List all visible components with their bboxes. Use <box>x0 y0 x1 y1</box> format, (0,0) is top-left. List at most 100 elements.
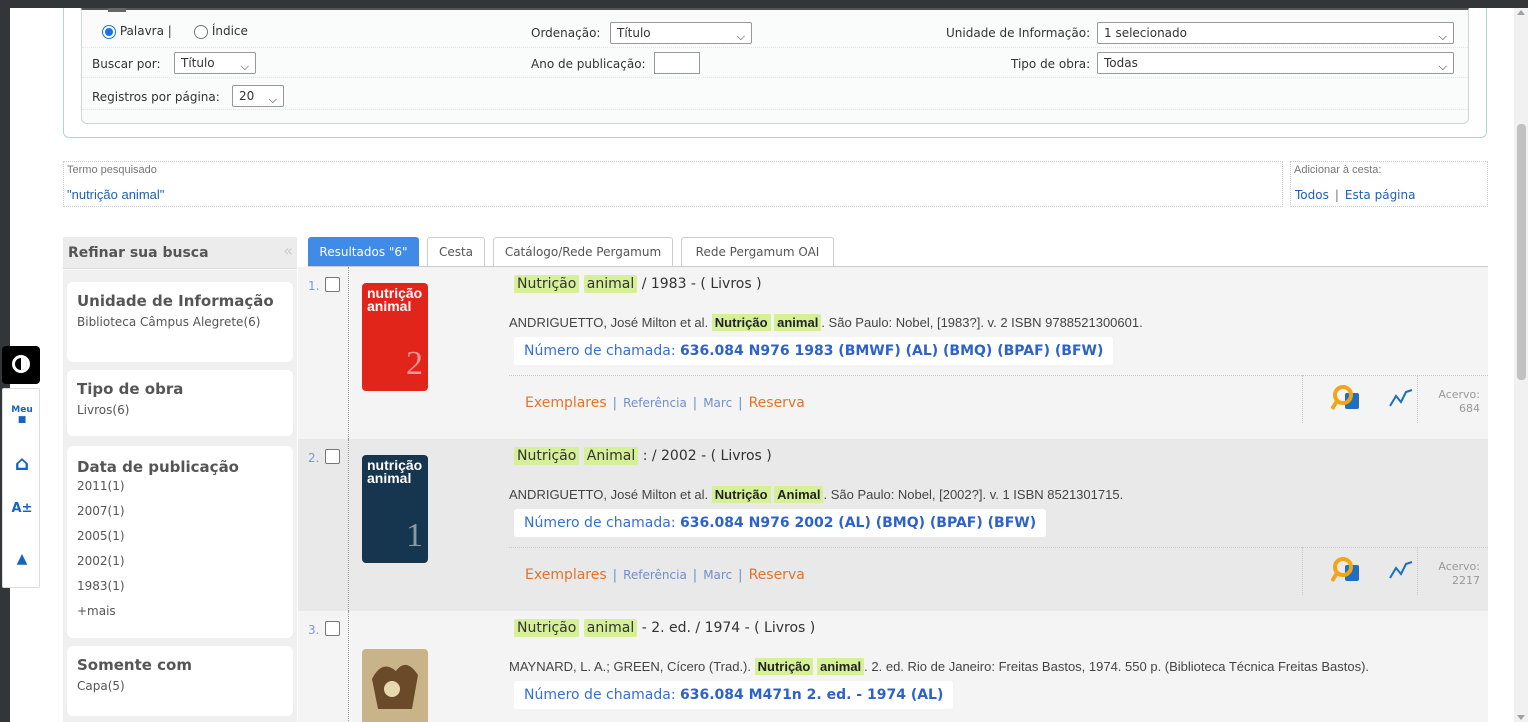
exemplares-link[interactable]: Exemplares <box>525 395 607 411</box>
links-line: Exemplares | Referência | Marc | Reserva <box>525 395 805 411</box>
ano-label: Ano de publicação: <box>531 57 646 71</box>
divider <box>348 267 349 439</box>
refinar-title: Refinar sua busca <box>68 245 209 261</box>
collapse-icon[interactable]: « <box>283 241 293 260</box>
result-number: 1. <box>308 279 320 293</box>
book-cover[interactable] <box>362 649 428 722</box>
cesta-todos-link[interactable]: Todos <box>1295 188 1329 202</box>
cover-volume: 1 <box>406 517 423 554</box>
ref-rest: . São Paulo: Nobel, [1983?]. v. 2 ISBN 9… <box>821 315 1143 330</box>
ref-highlight: Animal <box>774 486 824 503</box>
adicionar-cesta: Adicionar à cesta: Todos | Esta página <box>1290 161 1488 207</box>
tab-catalogo[interactable]: Catálogo/Rede Pergamum <box>493 237 673 267</box>
result-tools: Acervo: 2217 <box>1302 547 1488 595</box>
link-sep: | <box>738 396 743 411</box>
call-label: Número de chamada: <box>524 343 676 359</box>
form-grip <box>108 8 126 12</box>
buscar-value: Título <box>181 56 215 70</box>
result-number: 2. <box>308 451 320 465</box>
call-label: Número de chamada: <box>524 687 676 703</box>
divider <box>1417 548 1418 595</box>
contrast-button[interactable] <box>2 346 40 384</box>
result-title[interactable]: Nutrição animal / 1983 - ( Livros ) <box>514 275 762 293</box>
title-highlight: Nutrição <box>514 619 580 637</box>
tab-resultados[interactable]: Resultados "6" <box>308 237 419 267</box>
divider <box>348 439 349 611</box>
form-row-3: Registros por página: 20 ⌵ <box>82 82 1468 110</box>
referencia-link[interactable]: Referência <box>623 568 687 582</box>
result-links: Exemplares | Referência | Marc | Reserva <box>509 375 1302 423</box>
unidade-label: Unidade de Informação: <box>946 26 1091 40</box>
call-value: 636.084 N976 1983 (BMWF) (AL) (BMQ) (BPA… <box>680 343 1104 359</box>
form-row-2: Buscar por: Título ⌵ Ano de publicação: T… <box>82 50 1468 78</box>
facet-item[interactable]: Capa(5) <box>77 677 293 695</box>
unidade-select[interactable]: 1 selecionado ⌵ <box>1097 22 1454 44</box>
facet-data: Data de publicação 2011(1) 2007(1) 2005(… <box>67 446 293 638</box>
registros-select[interactable]: 20 ⌵ <box>232 85 284 107</box>
ordenacao-select[interactable]: Título ⌵ <box>610 22 752 44</box>
result-item: 2. nutrição animal 1 Nutrição Animal : /… <box>298 439 1488 611</box>
facet-title: Unidade de Informação <box>77 292 274 310</box>
radio-icon <box>102 24 116 39</box>
marc-link[interactable]: Marc <box>703 396 732 410</box>
statistics-icon[interactable] <box>1389 560 1413 580</box>
result-number: 3. <box>308 623 320 637</box>
radio-icon <box>194 24 208 39</box>
chevron-down-icon: ⌵ <box>240 60 249 73</box>
scroll-down-icon[interactable] <box>1517 715 1525 720</box>
facet-item[interactable]: 2007(1) <box>77 499 293 524</box>
link-sep: | <box>692 396 698 411</box>
facet-item[interactable]: Livros(6) <box>77 401 293 419</box>
result-title[interactable]: Nutrição Animal : / 2002 - ( Livros ) <box>514 447 772 465</box>
registros-label: Registros por página: <box>92 90 220 104</box>
result-reference: ANDRIGUETTO, José Milton et al. Nutrição… <box>509 486 1123 503</box>
buscar-select[interactable]: Título ⌵ <box>174 52 256 74</box>
referencia-link[interactable]: Referência <box>623 396 687 410</box>
ano-input[interactable] <box>654 52 700 74</box>
facet-item[interactable]: 2002(1) <box>77 549 293 574</box>
meu-icon[interactable]: Meu ■ <box>11 405 33 427</box>
result-checkbox[interactable] <box>325 277 340 292</box>
book-cover[interactable]: nutrição animal 2 <box>362 283 428 391</box>
title-highlight: animal <box>583 619 638 637</box>
result-checkbox[interactable] <box>325 449 340 464</box>
scroll-up-icon[interactable] <box>1517 10 1525 15</box>
scroll-top-icon[interactable]: ▲ <box>11 551 33 573</box>
call-number: Número de chamada: 636.084 N976 1983 (BM… <box>514 337 1114 365</box>
ref-highlight: animal <box>774 314 822 331</box>
facet-item[interactable]: 2011(1) <box>77 474 293 499</box>
search-book-icon[interactable] <box>1331 556 1365 584</box>
tab-cesta[interactable]: Cesta <box>427 237 485 267</box>
font-size-icon[interactable]: A± <box>11 501 33 523</box>
result-title[interactable]: Nutrição animal - 2. ed. / 1974 - ( Livr… <box>514 619 815 637</box>
divider <box>1417 376 1418 423</box>
facet-more[interactable]: +mais <box>77 599 293 624</box>
tab-oai[interactable]: Rede Pergamum OAI <box>681 237 834 267</box>
statistics-icon[interactable] <box>1389 388 1413 408</box>
refinar-header: Refinar sua busca « <box>63 237 297 269</box>
tipo-select[interactable]: Todas ⌵ <box>1097 52 1454 74</box>
termo-pesquisado: Termo pesquisado "nutrição animal" <box>63 161 1283 207</box>
reserva-link[interactable]: Reserva <box>749 395 805 411</box>
facet-tipo: Tipo de obra Livros(6) <box>67 370 293 436</box>
facet-item[interactable]: 2005(1) <box>77 524 293 549</box>
ref-highlight: Nutrição <box>711 486 771 503</box>
title-highlight: animal <box>583 275 638 293</box>
radio-palavra[interactable]: Palavra | <box>102 24 172 39</box>
result-checkbox[interactable] <box>325 621 340 636</box>
reserva-link[interactable]: Reserva <box>749 567 805 583</box>
scrollbar[interactable] <box>1514 8 1528 722</box>
cesta-pagina-link[interactable]: Esta página <box>1345 188 1416 202</box>
call-value: 636.084 M471n 2. ed. - 1974 (AL) <box>680 687 944 703</box>
radio-indice[interactable]: Índice <box>194 24 248 39</box>
exemplares-link[interactable]: Exemplares <box>525 567 607 583</box>
home-icon[interactable]: ⌂ <box>11 451 33 475</box>
search-book-icon[interactable] <box>1331 384 1365 412</box>
facet-title: Tipo de obra <box>77 380 184 398</box>
facet-item[interactable]: 1983(1) <box>77 574 293 599</box>
facet-item[interactable]: Biblioteca Câmpus Alegrete(6) <box>77 313 293 331</box>
scrollbar-thumb[interactable] <box>1517 124 1526 380</box>
marc-link[interactable]: Marc <box>703 568 732 582</box>
page: Palavra | Índice Ordenação: Título ⌵ Unid… <box>10 8 1514 722</box>
book-cover[interactable]: nutrição animal 1 <box>362 455 428 563</box>
